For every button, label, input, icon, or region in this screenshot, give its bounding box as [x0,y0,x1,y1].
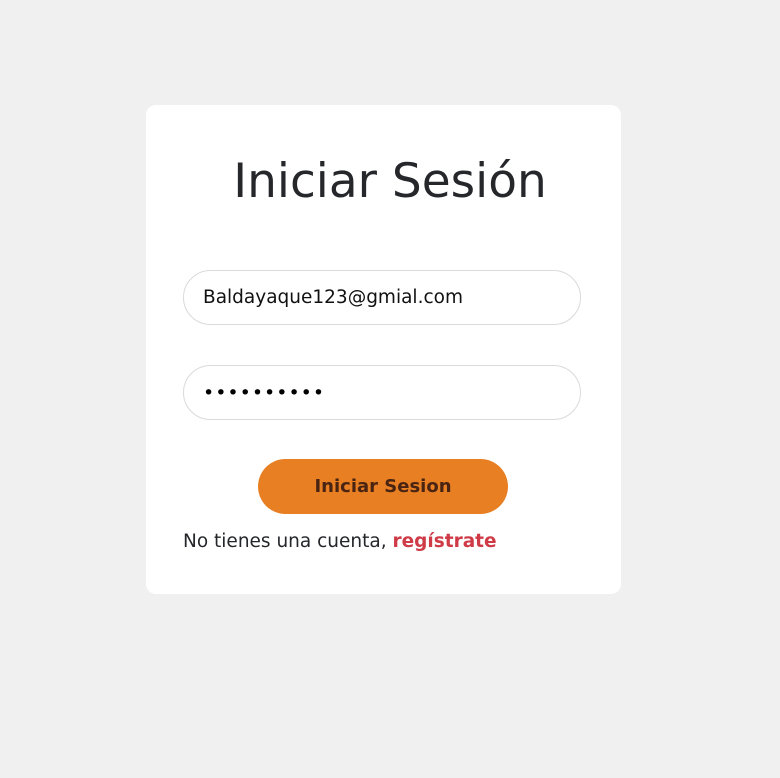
email-input[interactable] [183,270,581,325]
login-button[interactable]: Iniciar Sesion [258,459,508,514]
page-title: Iniciar Sesión [233,154,547,209]
register-link[interactable]: regístrate [392,531,496,552]
password-input[interactable] [183,365,581,420]
register-prompt-text: No tienes una cuenta, [183,531,393,552]
register-prompt: No tienes una cuenta, regístrate [183,528,497,556]
